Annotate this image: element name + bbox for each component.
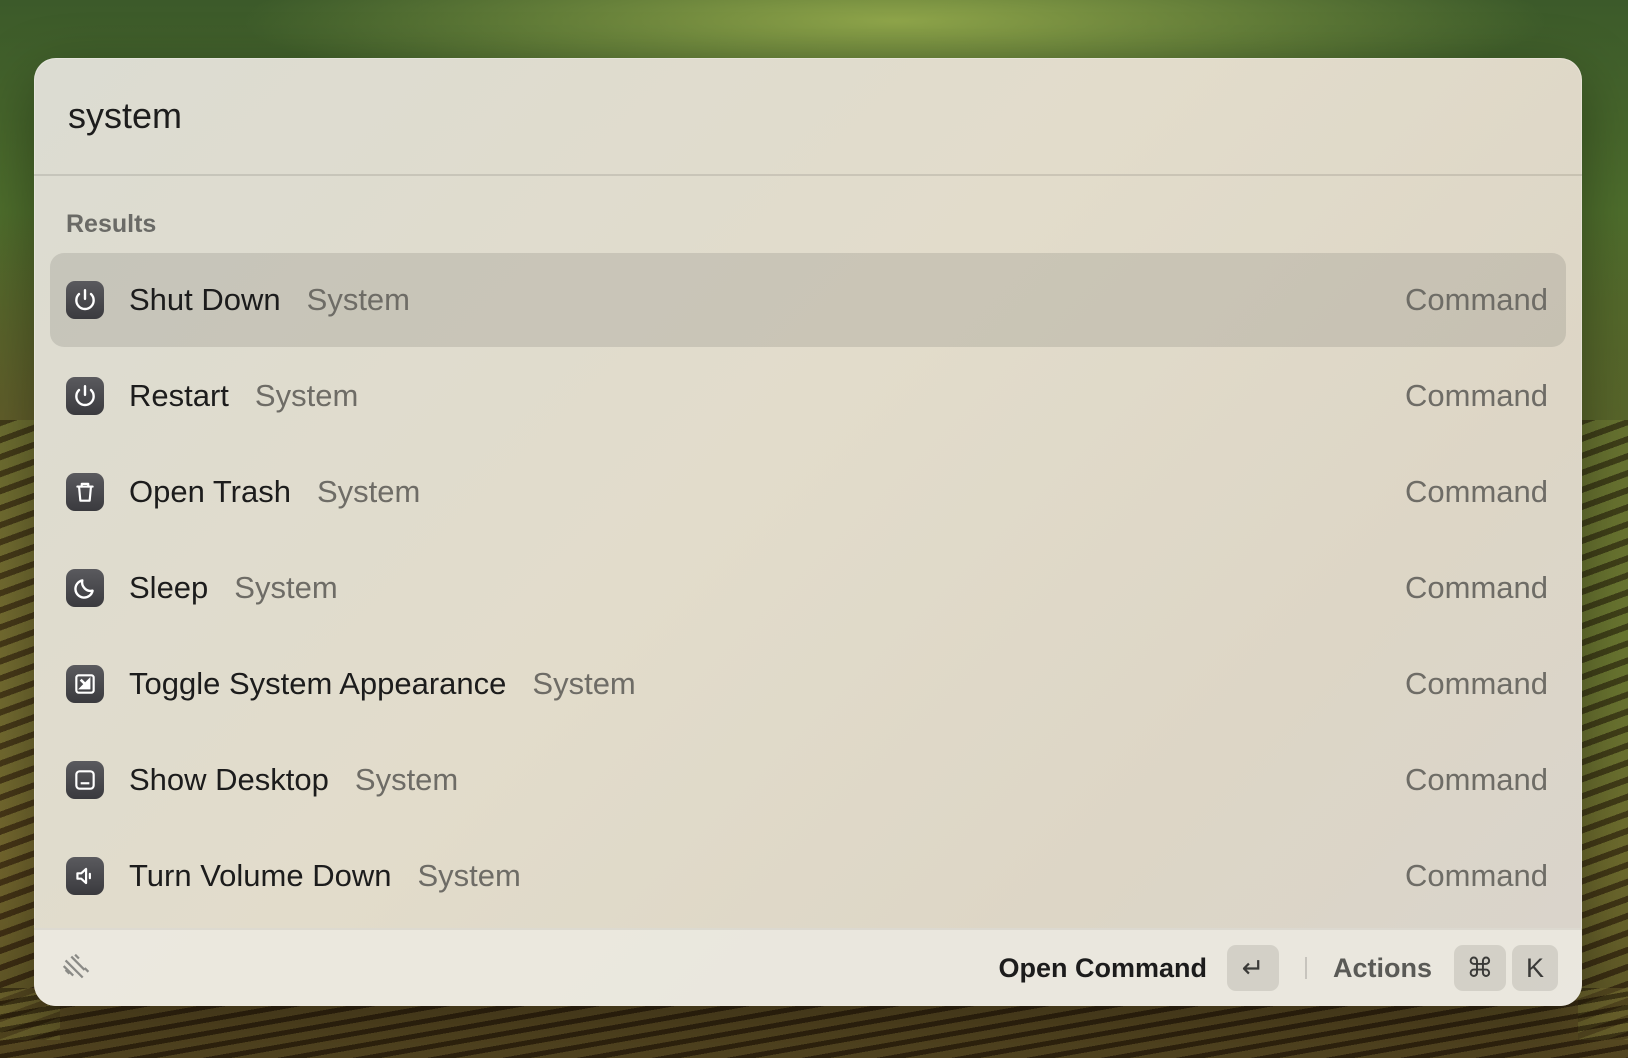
wallpaper-vines-right	[1578, 420, 1628, 1040]
result-type: Command	[1405, 378, 1548, 413]
result-row-restart[interactable]: Restart System Command	[50, 349, 1566, 443]
result-title: Show Desktop	[129, 762, 329, 797]
result-row-show-desktop[interactable]: Show Desktop System Command	[50, 733, 1566, 827]
result-subtitle: System	[306, 282, 410, 317]
launcher-window: Results Shut Down System Command Restart…	[34, 58, 1582, 1006]
result-row-sleep[interactable]: Sleep System Command	[50, 541, 1566, 635]
open-command-button[interactable]: Open Command	[998, 953, 1207, 984]
result-subtitle: System	[254, 378, 359, 413]
results-list: Shut Down System Command Restart System …	[34, 253, 1582, 923]
trash-icon	[66, 473, 104, 511]
result-subtitle: System	[354, 762, 459, 797]
volume-down-icon	[66, 857, 104, 895]
appearance-icon	[66, 665, 104, 703]
result-title: Shut Down	[129, 282, 281, 317]
result-subtitle: System	[316, 474, 421, 509]
result-subtitle: System	[417, 858, 521, 893]
result-title: Sleep	[129, 570, 209, 605]
result-type: Command	[1405, 282, 1548, 317]
result-subtitle: System	[234, 570, 338, 605]
result-title: Turn Volume Down	[129, 858, 392, 893]
result-type: Command	[1405, 666, 1548, 701]
result-title: Restart	[129, 378, 229, 413]
command-key-badge[interactable]: ⌘	[1454, 945, 1506, 991]
search-input[interactable]	[66, 94, 1550, 138]
k-key-badge[interactable]: K	[1512, 945, 1558, 991]
result-type: Command	[1405, 570, 1548, 605]
footer-divider	[1304, 957, 1307, 979]
result-row-toggle-system-appearance[interactable]: Toggle System Appearance System Command	[50, 637, 1566, 731]
power-icon	[66, 281, 104, 319]
result-subtitle: System	[532, 666, 636, 701]
search-bar	[34, 58, 1582, 176]
actions-button[interactable]: Actions	[1333, 953, 1432, 984]
desktop-icon	[66, 761, 104, 799]
footer-bar: Open Command ↵ Actions ⌘ K	[34, 928, 1582, 1006]
result-title: Toggle System Appearance	[129, 666, 507, 701]
section-label: Results	[66, 210, 157, 238]
result-row-shut-down[interactable]: Shut Down System Command	[50, 253, 1566, 347]
result-type: Command	[1405, 762, 1548, 797]
result-type: Command	[1405, 858, 1548, 893]
footer-actions: Open Command ↵ Actions ⌘ K	[998, 945, 1558, 991]
result-title: Open Trash	[129, 474, 291, 509]
power-icon	[66, 377, 104, 415]
result-row-open-trash[interactable]: Open Trash System Command	[50, 445, 1566, 539]
result-row-turn-volume-down[interactable]: Turn Volume Down System Command	[50, 829, 1566, 923]
result-type: Command	[1405, 474, 1548, 509]
moon-icon	[66, 569, 104, 607]
enter-key-badge[interactable]: ↵	[1226, 945, 1279, 991]
app-logo-icon	[58, 949, 96, 987]
